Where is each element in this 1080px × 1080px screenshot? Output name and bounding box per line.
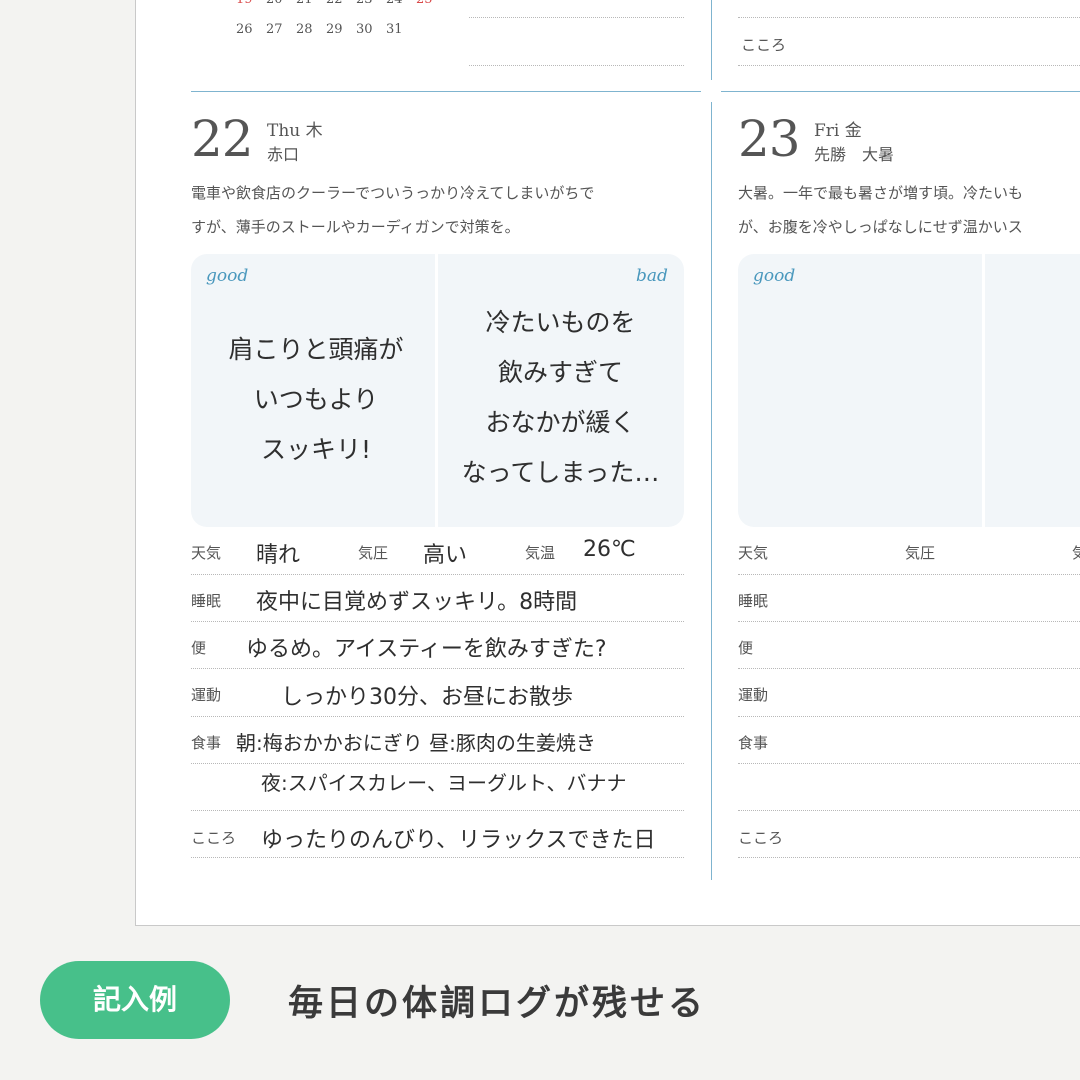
temperature-label: 気温	[525, 544, 556, 562]
bad-label: bad	[636, 266, 668, 286]
rokuyo: 先勝 大暑	[814, 145, 895, 164]
day-description-line-1: 電車や飲食店のクーラーでついうっかり冷えてしまいがちで	[191, 184, 595, 202]
ruled-line	[738, 621, 1080, 622]
kokoro-label: こころ	[741, 36, 787, 54]
ruled-line	[191, 621, 684, 622]
calendar-day: 27	[266, 22, 283, 37]
mini-calendar-row-last: 26 27 28 29 30 31	[236, 18, 416, 37]
ruled-line	[738, 763, 1080, 764]
good-note-line: スッキリ!	[260, 435, 372, 464]
good-label: good	[753, 266, 796, 286]
pressure-label: 気圧	[358, 544, 389, 562]
sleep-label: 睡眠	[191, 592, 222, 610]
good-note-line: いつもより	[253, 385, 379, 414]
day-of-week: Fri 金	[814, 121, 862, 141]
ruled-line	[738, 716, 1080, 717]
meal-label: 食事	[191, 734, 222, 752]
calendar-day: 23	[356, 0, 386, 7]
day-divider	[721, 91, 1080, 92]
kokoro-label: こころ	[738, 829, 784, 847]
meal-label: 食事	[738, 734, 769, 752]
bad-note: 冷たいものを 飲みすぎて おなかが緩く なってしまった…	[438, 298, 683, 498]
ruled-line	[191, 574, 684, 575]
good-bad-box	[738, 254, 1080, 527]
day-description-line-2: が、お腹を冷やしっぱなしにせず温かいス	[738, 218, 1023, 236]
kokoro-label: こころ	[191, 829, 237, 847]
ruled-line	[738, 574, 1080, 575]
calendar-day: 24	[386, 0, 416, 7]
day-description-line-1: 大暑。一年で最も暑さが増す頃。冷たいも	[738, 184, 1024, 202]
exercise-label: 運動	[738, 686, 769, 704]
calendar-day: 20	[266, 0, 296, 7]
bad-note-line: 飲みすぎて	[497, 358, 623, 387]
sleep-label: 睡眠	[738, 592, 769, 610]
good-note: 肩こりと頭痛が いつもより スッキリ!	[196, 325, 436, 475]
caption: 毎日の体調ログが残せる	[288, 984, 707, 1024]
bad-note-line: 冷たいものを	[485, 308, 636, 337]
calendar-day: 25	[416, 0, 446, 7]
exercise-value: しっかり30分、お昼にお散歩	[281, 685, 573, 710]
calendar-day: 19	[236, 0, 266, 7]
temperature-value: 26℃	[583, 537, 636, 562]
ruled-line	[738, 810, 1080, 811]
column-divider	[711, 102, 712, 880]
bowel-label: 便	[738, 639, 754, 657]
day-of-week: Thu 木	[267, 121, 323, 141]
good-label: good	[206, 266, 249, 286]
day-divider	[191, 91, 701, 92]
day-number: 23	[738, 110, 801, 168]
ruled-line	[191, 857, 684, 858]
ruled-line	[738, 857, 1080, 858]
ruled-line	[191, 810, 684, 811]
diary-page: 19202122232425 262728293031 こころ 22 Thu 木…	[135, 0, 1080, 926]
ruled-line	[191, 716, 684, 717]
bowel-value: ゆるめ。アイスティーを飲みすぎた?	[246, 637, 607, 662]
bad-note-line: おなかが緩く	[485, 408, 636, 437]
bowel-label: 便	[191, 639, 207, 657]
day-number: 22	[191, 110, 254, 168]
day-description-line-2: すが、薄手のストールやカーディガンで対策を。	[191, 218, 520, 236]
meal-value-line-1: 朝:梅おかかおにぎり 昼:豚肉の生姜焼き	[236, 731, 596, 755]
temperature-label: 気	[1072, 542, 1080, 563]
weather-value: 晴れ	[256, 543, 301, 568]
ruled-line	[469, 65, 684, 66]
ruled-line	[469, 17, 684, 18]
kokoro-value: ゆったりのんびり、リラックスできた日	[261, 828, 656, 853]
bad-note-line: なってしまった…	[461, 458, 660, 487]
ruled-line	[738, 668, 1080, 669]
ruled-line	[738, 17, 1080, 18]
calendar-day: 22	[326, 0, 356, 7]
ruled-line	[191, 763, 684, 764]
calendar-day: 29	[326, 22, 343, 37]
good-note-line: 肩こりと頭痛が	[228, 335, 404, 364]
mini-calendar-row-partial: 19202122232425	[236, 0, 446, 7]
column-divider	[711, 0, 712, 80]
weather-label: 天気	[191, 544, 222, 562]
example-badge: 記入例	[40, 961, 230, 1039]
sleep-value: 夜中に目覚めずスッキリ。8時間	[256, 590, 578, 615]
calendar-day: 21	[296, 0, 326, 7]
calendar-day: 28	[296, 22, 313, 37]
calendar-day: 31	[386, 22, 403, 37]
weather-label: 天気	[738, 544, 769, 562]
pressure-label: 気圧	[905, 544, 936, 562]
ruled-line	[738, 65, 1080, 66]
ruled-line	[191, 668, 684, 669]
calendar-day: 30	[356, 22, 373, 37]
box-divider	[982, 254, 985, 527]
calendar-day: 26	[236, 22, 253, 37]
meal-value-line-2: 夜:スパイスカレー、ヨーグルト、バナナ	[261, 771, 627, 795]
rokuyo: 赤口	[267, 145, 300, 164]
pressure-value: 高い	[423, 543, 468, 568]
exercise-label: 運動	[191, 686, 222, 704]
